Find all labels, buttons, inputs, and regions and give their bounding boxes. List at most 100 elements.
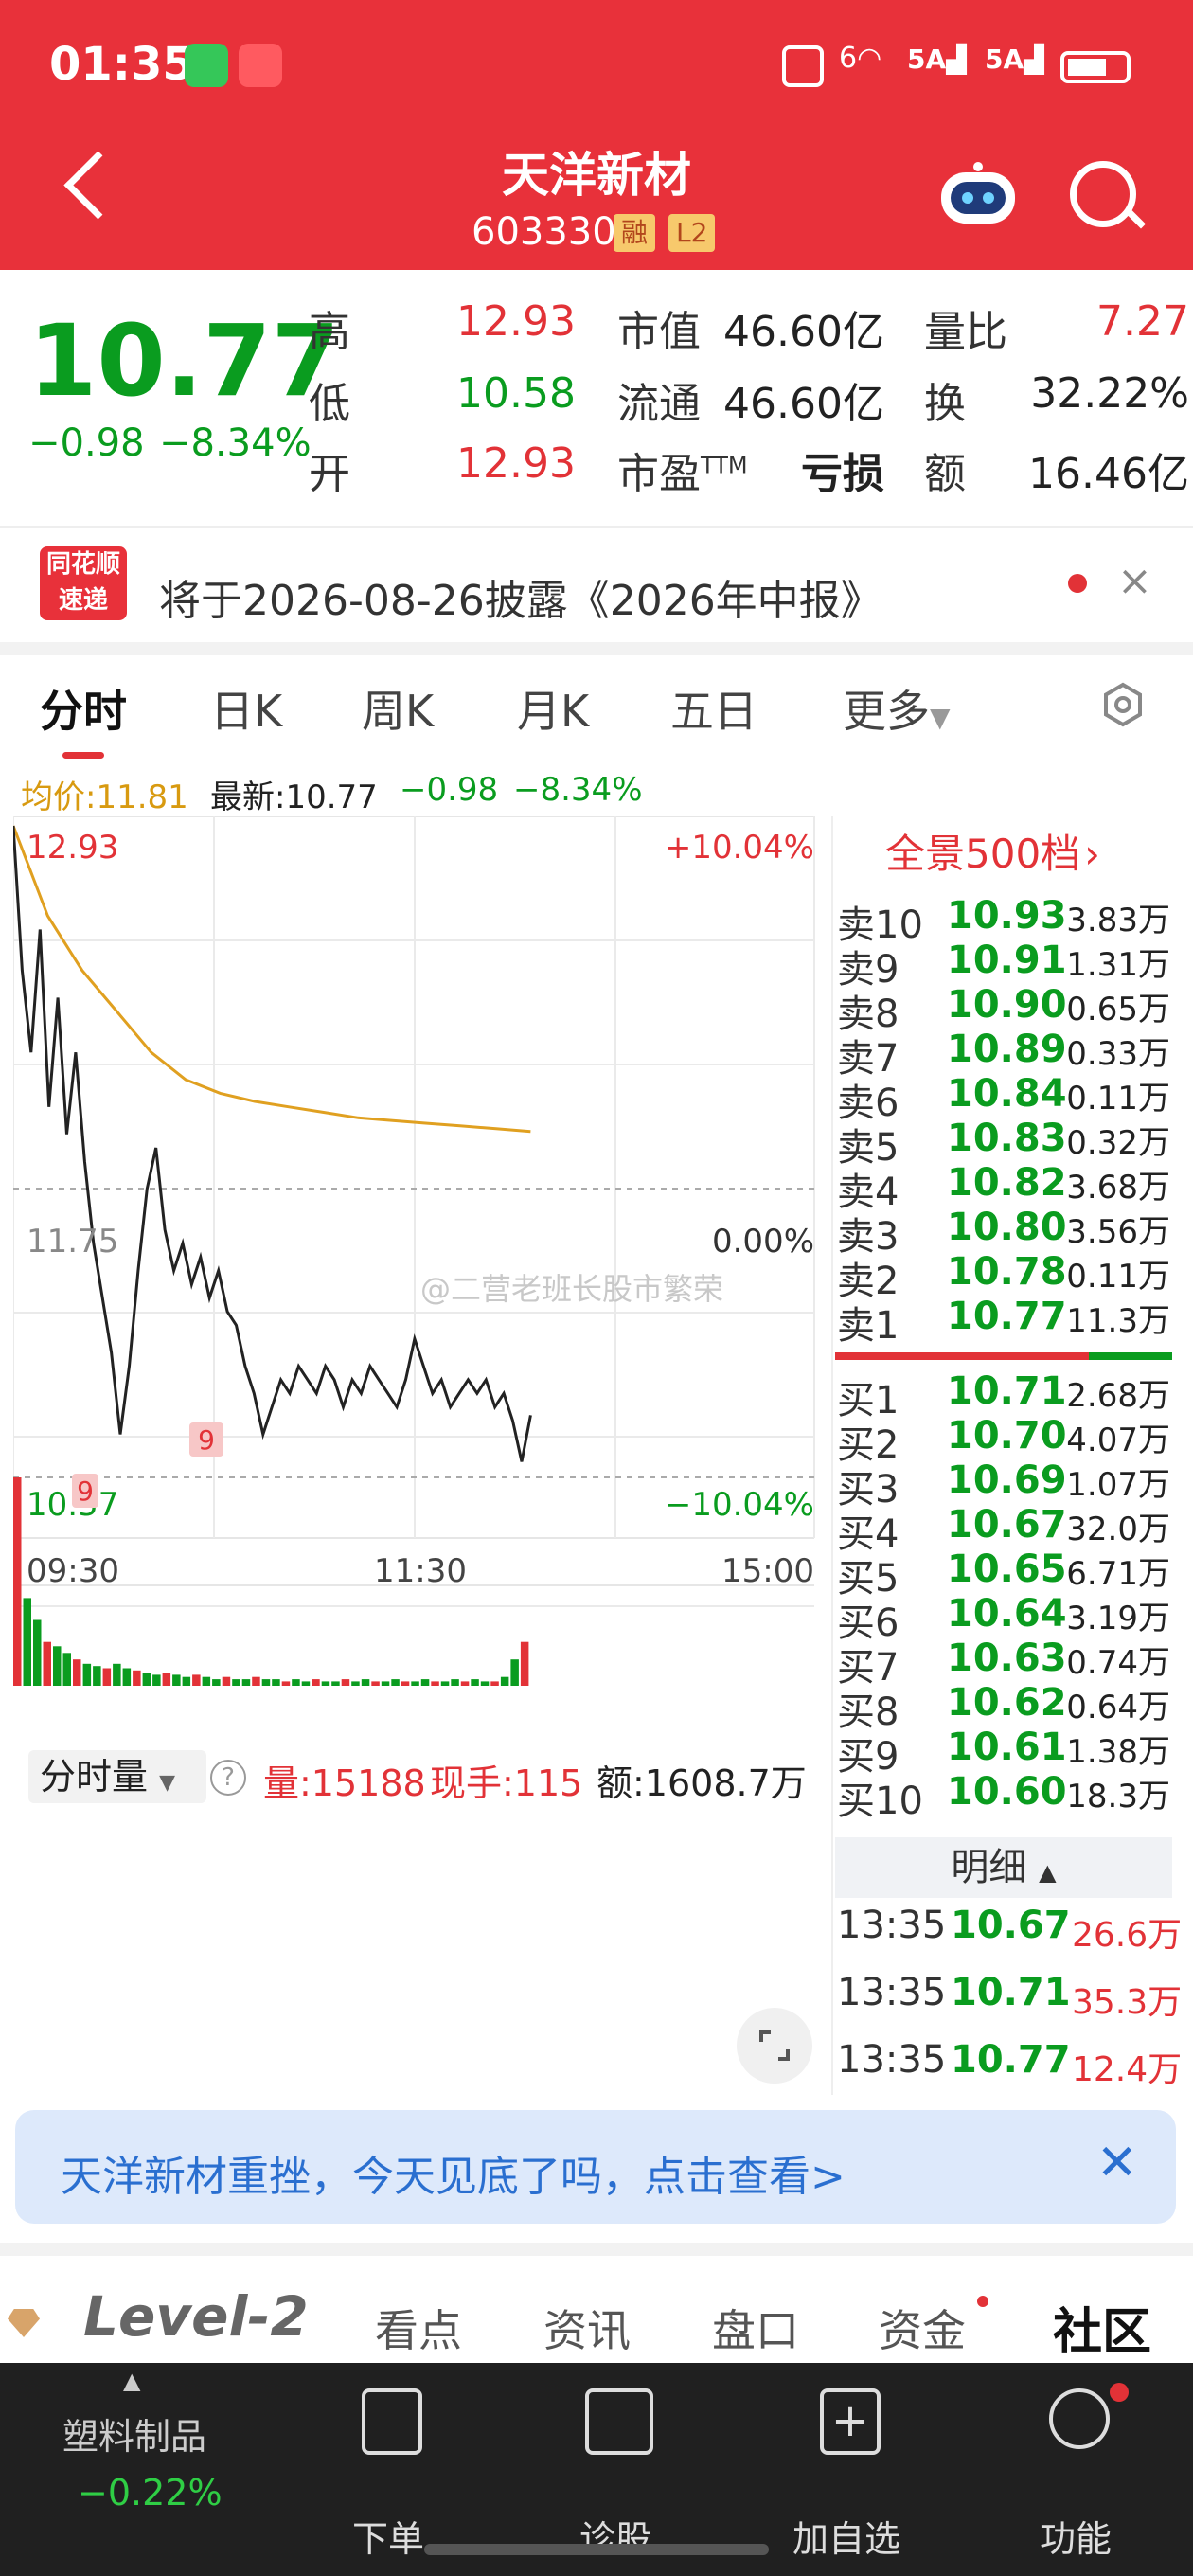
y-label-mid-left: 11.75 — [27, 1223, 118, 1261]
volume-bar — [162, 1673, 171, 1686]
robot-assistant-icon[interactable] — [937, 161, 1019, 227]
y-label-mid-right: 0.00% — [712, 1223, 814, 1261]
ask-row[interactable]: 卖4 10.82 3.68万 — [833, 1161, 1184, 1214]
volume-bar — [13, 1477, 22, 1686]
full-depth-link[interactable]: 全景500档› — [885, 822, 1100, 880]
volume-bar — [361, 1679, 370, 1686]
tab-intraday[interactable]: 分时 — [40, 677, 127, 740]
trade-price: 10.67 — [951, 1904, 1071, 1947]
tab-five-day[interactable]: 五日 — [670, 677, 757, 740]
ask-level-label: 卖1 — [837, 1304, 899, 1348]
ask-price: 10.91 — [947, 939, 1067, 982]
price-change: −0.98 — [28, 421, 145, 465]
ask-row[interactable]: 卖10 10.93 3.83万 — [833, 894, 1184, 947]
ask-row[interactable]: 卖2 10.78 0.11万 — [833, 1250, 1184, 1303]
vol-ratio-label: 量比 — [924, 308, 1007, 356]
bid-row[interactable]: 买5 10.65 6.71万 — [833, 1547, 1184, 1601]
promo-banner-text[interactable]: 天洋新材重挫，今天见底了吗，点击查看> — [61, 2142, 846, 2203]
sector-name[interactable]: 塑料制品 — [62, 2407, 206, 2460]
spread-indicator — [835, 1352, 1172, 1360]
ask-row[interactable]: 卖9 10.91 1.31万 — [833, 939, 1184, 992]
settings-icon[interactable] — [1100, 682, 1146, 727]
volume-bar — [23, 1598, 31, 1686]
menu-icon[interactable] — [1049, 2388, 1110, 2449]
add-watchlist-icon[interactable]: + — [820, 2388, 881, 2455]
home-indicator[interactable] — [424, 2544, 769, 2555]
volume-bar — [391, 1679, 400, 1686]
float-value: 46.60亿 — [723, 380, 884, 428]
bid-volume: 3.19万 — [1066, 1600, 1170, 1637]
help-icon[interactable]: ? — [210, 1760, 246, 1796]
low-label: 低 — [309, 380, 350, 428]
current-hand: 现手:115 — [430, 1762, 583, 1804]
volume-bar — [471, 1679, 479, 1686]
express-logo-line1: 同花顺 — [45, 550, 120, 579]
bid-row[interactable]: 买9 10.61 1.38万 — [833, 1726, 1184, 1779]
bid-row[interactable]: 买4 10.67 32.0万 — [833, 1503, 1184, 1556]
volume-bar — [53, 1646, 62, 1686]
bid-price: 10.61 — [947, 1726, 1067, 1769]
signal-5a-icon: 5A▟ — [985, 44, 1044, 75]
unread-dot — [1110, 2383, 1129, 2402]
search-icon[interactable] — [1070, 161, 1136, 227]
volume-type-dropdown[interactable]: 分时量 ▼ — [28, 1750, 206, 1803]
trade-time: 13:35 — [837, 2038, 947, 2082]
volume-bar — [33, 1619, 42, 1686]
marker-label: 9 — [77, 1476, 94, 1507]
ask-row[interactable]: 卖7 10.89 0.33万 — [833, 1028, 1184, 1081]
ask-row[interactable]: 卖6 10.84 0.11万 — [833, 1072, 1184, 1125]
bid-row[interactable]: 买2 10.70 4.07万 — [833, 1414, 1184, 1467]
bid-row[interactable]: 买10 10.60 18.3万 — [833, 1770, 1184, 1823]
tab-funds[interactable]: 资金 — [879, 2297, 966, 2359]
trade-detail-header[interactable]: 明细 ▲ — [835, 1837, 1172, 1898]
tab-orderbook[interactable]: 盘口 — [712, 2297, 799, 2359]
ask-row[interactable]: 卖3 10.80 3.56万 — [833, 1206, 1184, 1259]
bid-row[interactable]: 买3 10.69 1.07万 — [833, 1458, 1184, 1512]
trade-price: 10.71 — [951, 1971, 1071, 2014]
expand-icon[interactable] — [737, 2008, 812, 2084]
bid-row[interactable]: 买6 10.64 3.19万 — [833, 1592, 1184, 1645]
ask-row[interactable]: 卖8 10.90 0.65万 — [833, 983, 1184, 1036]
tab-community[interactable]: 社区 — [1053, 2292, 1151, 2363]
tab-more-label: 更多 — [843, 686, 930, 737]
tab-more[interactable]: 更多▼ — [843, 677, 951, 740]
ask-row[interactable]: 卖5 10.83 0.32万 — [833, 1117, 1184, 1170]
tab-daily-k[interactable]: 日K — [210, 677, 282, 740]
notice-text[interactable]: 将于2026-08-26披露《2026年中报》 — [159, 566, 882, 627]
volume-bar — [451, 1679, 459, 1686]
info-change: −0.98 — [400, 771, 499, 809]
volume-bar — [133, 1670, 141, 1686]
tab-news[interactable]: 资讯 — [543, 2297, 631, 2359]
bid-volume: 4.07万 — [1066, 1422, 1170, 1459]
volume-bar — [192, 1674, 201, 1686]
volume-bar — [281, 1681, 291, 1686]
order-icon[interactable] — [362, 2388, 422, 2455]
level2-badge: L2 — [668, 214, 716, 252]
volume-bar — [182, 1676, 191, 1686]
ask-volume: 0.33万 — [1066, 1035, 1170, 1073]
ask-row[interactable]: 卖1 10.77 11.3万 — [833, 1295, 1184, 1348]
info-change-pct: −8.34% — [513, 771, 643, 809]
volume-bar — [431, 1681, 439, 1686]
bid-price: 10.62 — [947, 1681, 1067, 1725]
bid-row[interactable]: 买1 10.71 2.68万 — [833, 1369, 1184, 1422]
intraday-chart[interactable]: @二营老班长股市繁荣 12.93 11.75 10.57 +10.04% 0.0… — [13, 816, 828, 1688]
ask-volume: 3.56万 — [1066, 1213, 1170, 1251]
tab-monthly-k[interactable]: 月K — [517, 677, 589, 740]
bid-row[interactable]: 买7 10.63 0.74万 — [833, 1637, 1184, 1690]
trade-volume: 35.3万 — [1072, 1983, 1183, 2022]
tab-level2[interactable]: Level-2 — [83, 2284, 309, 2349]
functions-button[interactable]: 功能 — [1009, 2510, 1142, 2562]
tab-weekly-k[interactable]: 周K — [362, 677, 434, 740]
volume-bar — [222, 1676, 231, 1686]
notice-close-button[interactable]: × — [1117, 557, 1152, 605]
trade-time: 13:35 — [837, 1904, 947, 1947]
tab-highlights[interactable]: 看点 — [375, 2297, 462, 2359]
banner-close-button[interactable]: ✕ — [1096, 2135, 1138, 2191]
volume-bar — [43, 1641, 51, 1686]
vol-ratio-value: 7.27 — [1096, 297, 1189, 346]
bid-row[interactable]: 买8 10.62 0.64万 — [833, 1681, 1184, 1734]
volume-bar — [490, 1681, 499, 1686]
add-watchlist-button[interactable]: 加自选 — [780, 2510, 913, 2562]
diagnose-icon[interactable] — [585, 2388, 653, 2455]
